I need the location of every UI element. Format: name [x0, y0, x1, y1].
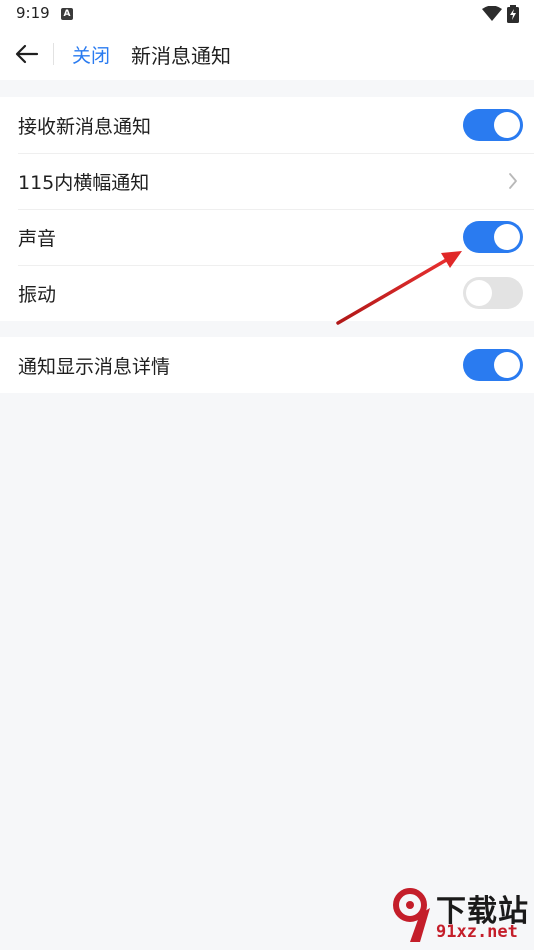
- watermark-domain: 91xz.net: [436, 922, 518, 942]
- receive-notifications-toggle[interactable]: [463, 109, 523, 141]
- sound-toggle[interactable]: [463, 221, 523, 253]
- setting-row-receive-notifications: 接收新消息通知: [0, 97, 534, 153]
- settings-group-details: 通知显示消息详情: [0, 337, 534, 393]
- setting-label: 接收新消息通知: [18, 116, 152, 138]
- notification-icon: A: [61, 8, 73, 20]
- page-title: 新消息通知: [131, 44, 231, 68]
- setting-row-banner-notifications[interactable]: 115内横幅通知: [0, 153, 534, 209]
- header-divider: [53, 43, 54, 65]
- settings-group-notifications: 接收新消息通知 115内横幅通知 声音 振动: [0, 97, 534, 321]
- status-bar: 9:19 A: [0, 0, 534, 28]
- setting-row-sound: 声音: [0, 209, 534, 265]
- app-header: 关闭 新消息通知: [0, 28, 534, 80]
- setting-row-vibration: 振动: [0, 265, 534, 321]
- setting-label: 振动: [18, 284, 57, 306]
- toggle-knob: [494, 352, 520, 378]
- setting-label: 声音: [18, 228, 57, 250]
- toggle-knob: [494, 112, 520, 138]
- watermark-logo-icon: [393, 888, 430, 942]
- vibration-toggle[interactable]: [463, 277, 523, 309]
- site-watermark: 下载站 91xz.net: [392, 884, 532, 946]
- close-button[interactable]: 关闭: [72, 41, 110, 68]
- toggle-knob: [494, 224, 520, 250]
- setting-label: 115内横幅通知: [18, 172, 150, 194]
- battery-icon: [507, 5, 519, 23]
- setting-label: 通知显示消息详情: [18, 356, 171, 378]
- show-details-toggle[interactable]: [463, 349, 523, 381]
- toggle-knob: [466, 280, 492, 306]
- setting-row-show-details: 通知显示消息详情: [0, 337, 534, 393]
- status-time: 9:19: [16, 4, 50, 22]
- arrow-left-icon[interactable]: [14, 41, 40, 67]
- chevron-right-icon: [509, 173, 517, 189]
- wifi-icon: [482, 6, 502, 21]
